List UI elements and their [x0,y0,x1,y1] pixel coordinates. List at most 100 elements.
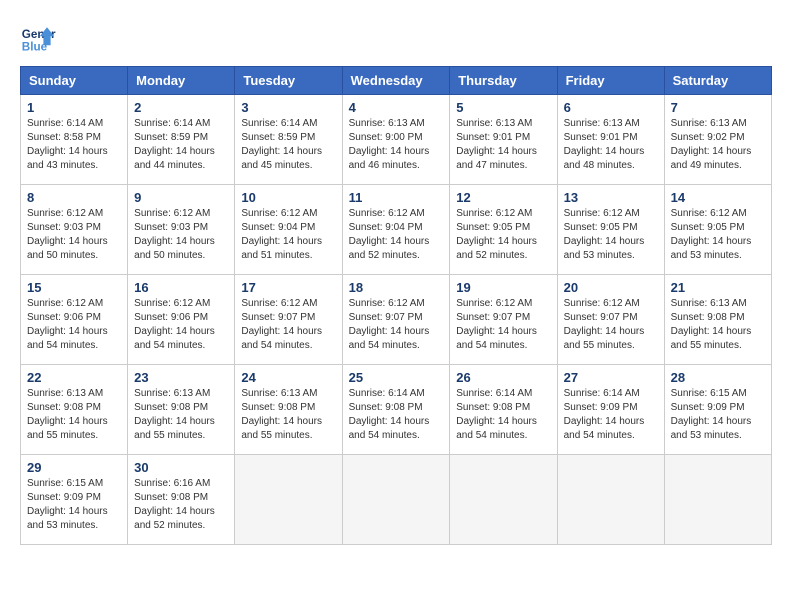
calendar-cell [664,455,771,545]
calendar-cell: 6 Sunrise: 6:13 AMSunset: 9:01 PMDaylight… [557,95,664,185]
day-number: 11 [349,190,444,205]
week-row-5: 29 Sunrise: 6:15 AMSunset: 9:09 PMDayligh… [21,455,772,545]
weekday-header-thursday: Thursday [450,67,557,95]
calendar-header: SundayMondayTuesdayWednesdayThursdayFrid… [21,67,772,95]
logo-icon: General Blue [20,20,56,56]
day-number: 13 [564,190,658,205]
day-info: Sunrise: 6:12 AMSunset: 9:07 PMDaylight:… [349,297,444,353]
calendar-cell: 13 Sunrise: 6:12 AMSunset: 9:05 PMDayligh… [557,185,664,275]
day-number: 12 [456,190,550,205]
calendar-cell: 20 Sunrise: 6:12 AMSunset: 9:07 PMDayligh… [557,275,664,365]
day-info: Sunrise: 6:13 AMSunset: 9:00 PMDaylight:… [349,117,444,173]
calendar-cell: 12Sunrise: 6:12 AMSunset: 9:05 PMDayligh… [450,185,557,275]
weekday-header-tuesday: Tuesday [235,67,342,95]
calendar-cell [342,455,450,545]
week-row-4: 22 Sunrise: 6:13 AMSunset: 9:08 PMDayligh… [21,365,772,455]
day-info: Sunrise: 6:12 AMSunset: 9:06 PMDaylight:… [27,297,121,353]
day-info: Sunrise: 6:16 AMSunset: 9:08 PMDaylight:… [134,477,228,533]
day-info: Sunrise: 6:14 AMSunset: 8:58 PMDaylight:… [27,117,121,173]
calendar-cell: 15 Sunrise: 6:12 AMSunset: 9:06 PMDayligh… [21,275,128,365]
weekday-header-wednesday: Wednesday [342,67,450,95]
calendar-cell: 26 Sunrise: 6:14 AMSunset: 9:08 PMDayligh… [450,365,557,455]
calendar-cell: 22 Sunrise: 6:13 AMSunset: 9:08 PMDayligh… [21,365,128,455]
day-info: Sunrise: 6:13 AMSunset: 9:01 PMDaylight:… [564,117,658,173]
calendar-cell: 17 Sunrise: 6:12 AMSunset: 9:07 PMDayligh… [235,275,342,365]
weekday-header-friday: Friday [557,67,664,95]
day-number: 19 [456,280,550,295]
day-info: Sunrise: 6:12 AMSunset: 9:05 PMDaylight:… [564,207,658,263]
calendar-cell: 8Sunrise: 6:12 AMSunset: 9:03 PMDaylight… [21,185,128,275]
day-number: 5 [456,100,550,115]
day-info: Sunrise: 6:15 AMSunset: 9:09 PMDaylight:… [27,477,121,533]
calendar-cell [557,455,664,545]
day-info: Sunrise: 6:14 AMSunset: 8:59 PMDaylight:… [134,117,228,173]
day-number: 8 [27,190,121,205]
calendar-cell: 4 Sunrise: 6:13 AMSunset: 9:00 PMDaylight… [342,95,450,185]
week-row-3: 15 Sunrise: 6:12 AMSunset: 9:06 PMDayligh… [21,275,772,365]
day-info: Sunrise: 6:13 AMSunset: 9:08 PMDaylight:… [27,387,121,443]
weekday-header-sunday: Sunday [21,67,128,95]
day-info: Sunrise: 6:15 AMSunset: 9:09 PMDaylight:… [671,387,765,443]
day-info: Sunrise: 6:13 AMSunset: 9:01 PMDaylight:… [456,117,550,173]
calendar-cell: 19 Sunrise: 6:12 AMSunset: 9:07 PMDayligh… [450,275,557,365]
day-number: 9 [134,190,228,205]
day-info: Sunrise: 6:13 AMSunset: 9:08 PMDaylight:… [671,297,765,353]
day-number: 24 [241,370,335,385]
day-number: 7 [671,100,765,115]
calendar-cell: 27Sunrise: 6:14 AMSunset: 9:09 PMDayligh… [557,365,664,455]
calendar-cell: 21 Sunrise: 6:13 AMSunset: 9:08 PMDayligh… [664,275,771,365]
day-info: Sunrise: 6:12 AMSunset: 9:04 PMDaylight:… [349,207,444,263]
day-number: 14 [671,190,765,205]
calendar-cell [450,455,557,545]
day-info: Sunrise: 6:14 AMSunset: 9:09 PMDaylight:… [564,387,658,443]
day-info: Sunrise: 6:12 AMSunset: 9:07 PMDaylight:… [241,297,335,353]
calendar-cell: 30 Sunrise: 6:16 AMSunset: 9:08 PMDayligh… [128,455,235,545]
header: General Blue [20,20,772,56]
calendar-cell: 5 Sunrise: 6:13 AMSunset: 9:01 PMDaylight… [450,95,557,185]
week-row-1: 1 Sunrise: 6:14 AMSunset: 8:58 PMDaylight… [21,95,772,185]
day-info: Sunrise: 6:12 AMSunset: 9:07 PMDaylight:… [564,297,658,353]
day-info: Sunrise: 6:14 AMSunset: 8:59 PMDaylight:… [241,117,335,173]
day-number: 2 [134,100,228,115]
calendar-cell: 1 Sunrise: 6:14 AMSunset: 8:58 PMDaylight… [21,95,128,185]
day-number: 16 [134,280,228,295]
week-row-2: 8Sunrise: 6:12 AMSunset: 9:03 PMDaylight… [21,185,772,275]
day-number: 18 [349,280,444,295]
calendar-cell: 14 Sunrise: 6:12 AMSunset: 9:05 PMDayligh… [664,185,771,275]
calendar-cell: 7 Sunrise: 6:13 AMSunset: 9:02 PMDaylight… [664,95,771,185]
calendar-cell: 11 Sunrise: 6:12 AMSunset: 9:04 PMDayligh… [342,185,450,275]
day-number: 29 [27,460,121,475]
calendar-cell: 18 Sunrise: 6:12 AMSunset: 9:07 PMDayligh… [342,275,450,365]
day-number: 15 [27,280,121,295]
calendar-cell: 25 Sunrise: 6:14 AMSunset: 9:08 PMDayligh… [342,365,450,455]
weekday-header-saturday: Saturday [664,67,771,95]
day-info: Sunrise: 6:14 AMSunset: 9:08 PMDaylight:… [349,387,444,443]
day-info: Sunrise: 6:13 AMSunset: 9:02 PMDaylight:… [671,117,765,173]
day-info: Sunrise: 6:12 AMSunset: 9:07 PMDaylight:… [456,297,550,353]
day-info: Sunrise: 6:13 AMSunset: 9:08 PMDaylight:… [134,387,228,443]
day-number: 21 [671,280,765,295]
day-number: 22 [27,370,121,385]
day-number: 6 [564,100,658,115]
weekday-header-row: SundayMondayTuesdayWednesdayThursdayFrid… [21,67,772,95]
calendar-cell: 29 Sunrise: 6:15 AMSunset: 9:09 PMDayligh… [21,455,128,545]
day-number: 3 [241,100,335,115]
day-number: 30 [134,460,228,475]
calendar-cell: 28Sunrise: 6:15 AMSunset: 9:09 PMDayligh… [664,365,771,455]
day-info: Sunrise: 6:12 AMSunset: 9:04 PMDaylight:… [241,207,335,263]
day-number: 10 [241,190,335,205]
day-number: 25 [349,370,444,385]
day-number: 4 [349,100,444,115]
calendar-cell [235,455,342,545]
calendar-cell: 10 Sunrise: 6:12 AMSunset: 9:04 PMDayligh… [235,185,342,275]
day-info: Sunrise: 6:14 AMSunset: 9:08 PMDaylight:… [456,387,550,443]
day-number: 17 [241,280,335,295]
day-info: Sunrise: 6:12 AMSunset: 9:05 PMDaylight:… [671,207,765,263]
calendar: SundayMondayTuesdayWednesdayThursdayFrid… [20,66,772,545]
calendar-cell: 24Sunrise: 6:13 AMSunset: 9:08 PMDayligh… [235,365,342,455]
day-number: 26 [456,370,550,385]
calendar-cell: 23 Sunrise: 6:13 AMSunset: 9:08 PMDayligh… [128,365,235,455]
day-number: 20 [564,280,658,295]
day-number: 1 [27,100,121,115]
day-number: 23 [134,370,228,385]
